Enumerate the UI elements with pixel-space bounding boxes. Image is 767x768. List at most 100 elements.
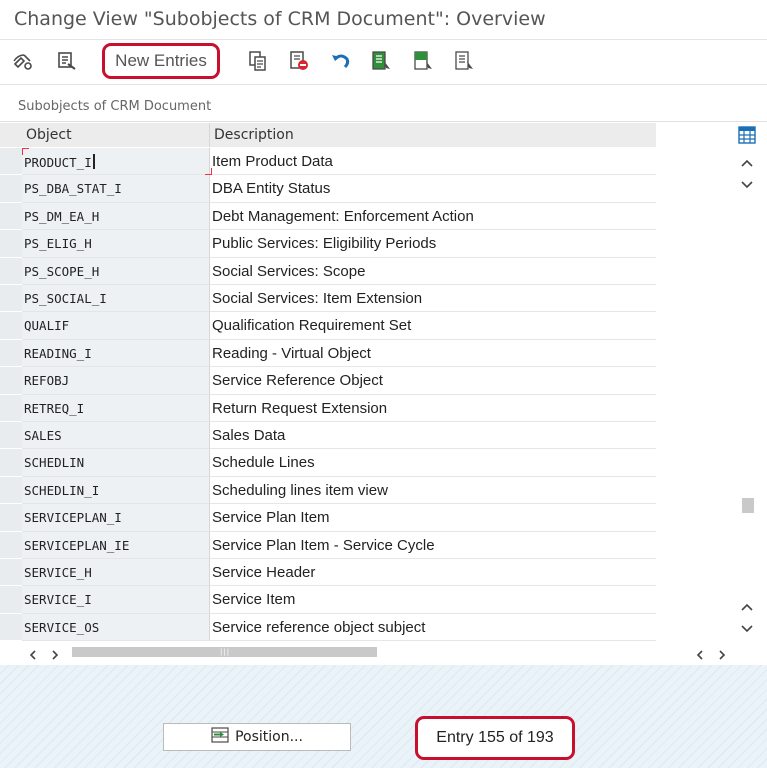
object-cell[interactable]: PS_DBA_STAT_I — [22, 175, 210, 203]
row-selector[interactable] — [0, 367, 22, 395]
description-cell: Qualification Requirement Set — [210, 312, 656, 340]
table-row[interactable]: QUALIF Qualification Requirement Set — [0, 312, 656, 340]
window-title: Change View "Subobjects of CRM Document"… — [0, 0, 767, 40]
application-toolbar: New Entries — [0, 41, 767, 85]
row-selector[interactable] — [0, 202, 22, 231]
scroll-left-icon[interactable] — [28, 646, 38, 665]
row-selector[interactable] — [0, 449, 22, 477]
row-selector[interactable] — [0, 504, 22, 532]
scroll-up-icon[interactable] — [740, 597, 754, 616]
table-row[interactable]: PS_ELIG_H Public Services: Eligibility Pe… — [0, 230, 656, 258]
object-cell[interactable]: QUALIF — [22, 312, 210, 340]
object-cell[interactable]: PS_SOCIAL_I — [22, 285, 210, 313]
row-selector[interactable] — [0, 339, 22, 368]
object-cell-text: QUALIF — [24, 318, 70, 334]
focus-corner — [205, 168, 212, 176]
object-cell[interactable]: SERVICE_I — [22, 586, 210, 614]
description-cell: Social Services: Scope — [210, 257, 656, 285]
object-cell[interactable]: SERVICE_H — [22, 559, 210, 587]
row-selector[interactable] — [0, 285, 22, 313]
table-row[interactable]: SERVICE_OS Service reference object subje… — [0, 613, 656, 642]
object-cell[interactable]: SERVICEPLAN_IE — [22, 531, 210, 559]
row-selector[interactable] — [0, 312, 22, 340]
object-cell[interactable]: READING_I — [22, 339, 210, 368]
object-cell[interactable]: SCHEDLIN — [22, 449, 210, 477]
description-cell: Service Item — [210, 586, 656, 614]
row-selector[interactable] — [0, 559, 22, 587]
object-cell-text: SERVICE_OS — [24, 619, 100, 635]
table-row[interactable]: PS_DBA_STAT_I DBA Entity Status — [0, 175, 656, 203]
object-cell[interactable]: SCHEDLIN_I — [22, 476, 210, 505]
object-cell[interactable]: PS_ELIG_H — [22, 230, 210, 258]
row-selector[interactable] — [0, 148, 22, 176]
select-icon[interactable] — [55, 49, 79, 73]
object-cell[interactable]: PS_DM_EA_H — [22, 202, 210, 231]
row-selector[interactable] — [0, 613, 22, 642]
row-selector-header[interactable] — [0, 123, 22, 147]
row-selector[interactable] — [0, 476, 22, 505]
scroll-page-up-icon[interactable] — [740, 153, 754, 172]
object-cell-text: SCHEDLIN — [24, 455, 85, 471]
table-row[interactable]: PS_DM_EA_H Debt Management: Enforcement A… — [0, 202, 656, 231]
select-all-icon[interactable] — [370, 49, 394, 73]
column-header-description[interactable]: Description — [210, 123, 656, 147]
object-cell-text: SALES — [24, 428, 62, 443]
description-cell: Service Plan Item — [210, 504, 656, 532]
position-button[interactable]: Position... — [163, 723, 351, 751]
row-selector[interactable] — [0, 257, 22, 285]
object-cell[interactable]: PRODUCT_I — [22, 148, 210, 176]
object-cell[interactable]: SERVICEPLAN_I — [22, 504, 210, 532]
row-selector[interactable] — [0, 531, 22, 559]
object-cell-text: READING_I — [24, 345, 92, 361]
scroll-right-icon[interactable] — [50, 646, 60, 665]
object-cell[interactable]: SALES — [22, 422, 210, 450]
table-row[interactable]: PRODUCT_I Item Product Data — [0, 148, 656, 176]
object-cell[interactable]: PS_SCOPE_H — [22, 257, 210, 285]
vertical-scroll-thumb[interactable] — [742, 498, 754, 513]
position-button-label: Position... — [235, 729, 303, 745]
text-cursor — [92, 154, 95, 169]
object-cell-text: REFOBJ — [24, 373, 70, 389]
object-cell[interactable]: RETREQ_I — [22, 394, 210, 422]
deselect-all-icon[interactable] — [453, 49, 477, 73]
position-icon — [211, 727, 229, 747]
object-cell[interactable]: REFOBJ — [22, 367, 210, 395]
table-row[interactable]: SCHEDLIN_I Scheduling lines item view — [0, 476, 656, 505]
object-cell[interactable]: SERVICE_OS — [22, 613, 210, 642]
row-selector[interactable] — [0, 586, 22, 614]
scroll-right-end-icon[interactable] — [717, 646, 727, 665]
display-change-icon[interactable] — [12, 49, 36, 73]
table-row[interactable]: PS_SOCIAL_I Social Services: Item Extensi… — [0, 285, 656, 313]
horizontal-scroll-thumb[interactable]: ||| — [72, 647, 377, 657]
row-selector[interactable] — [0, 230, 22, 258]
scroll-left-end-icon[interactable] — [695, 646, 705, 665]
table-row[interactable]: SERVICEPLAN_IE Service Plan Item - Servic… — [0, 531, 656, 559]
row-selector[interactable] — [0, 422, 22, 450]
table-row[interactable]: PS_SCOPE_H Social Services: Scope — [0, 257, 656, 285]
table-row[interactable]: SERVICE_H Service Header — [0, 559, 656, 587]
description-cell: Service Plan Item - Service Cycle — [210, 531, 656, 559]
table-row[interactable]: RETREQ_I Return Request Extension — [0, 394, 656, 422]
table-row[interactable]: SCHEDLIN Schedule Lines — [0, 449, 656, 477]
table-row[interactable]: SERVICE_I Service Item — [0, 586, 656, 614]
row-selector[interactable] — [0, 175, 22, 203]
horizontal-scrollbar[interactable]: ||| — [0, 641, 767, 663]
vertical-scrollbar[interactable] — [736, 123, 760, 643]
select-block-icon[interactable] — [412, 49, 436, 73]
delete-icon[interactable] — [287, 49, 311, 73]
copy-icon[interactable] — [246, 49, 270, 73]
description-cell: Sales Data — [210, 422, 656, 450]
table-row[interactable]: READING_I Reading - Virtual Object — [0, 339, 656, 368]
object-cell-text: PS_DBA_STAT_I — [24, 181, 122, 197]
table-row[interactable]: REFOBJ Service Reference Object — [0, 367, 656, 395]
column-header-object[interactable]: Object — [22, 123, 210, 147]
undo-icon[interactable] — [329, 49, 353, 73]
footer-area: Position... Entry 155 of 193 — [0, 665, 767, 768]
scroll-down-icon[interactable] — [740, 619, 754, 638]
panel-divider — [0, 121, 767, 122]
table-row[interactable]: SERVICEPLAN_I Service Plan Item — [0, 504, 656, 532]
new-entries-button[interactable]: New Entries — [102, 43, 220, 79]
row-selector[interactable] — [0, 394, 22, 422]
table-row[interactable]: SALES Sales Data — [0, 422, 656, 450]
scroll-page-down-icon[interactable] — [740, 175, 754, 194]
